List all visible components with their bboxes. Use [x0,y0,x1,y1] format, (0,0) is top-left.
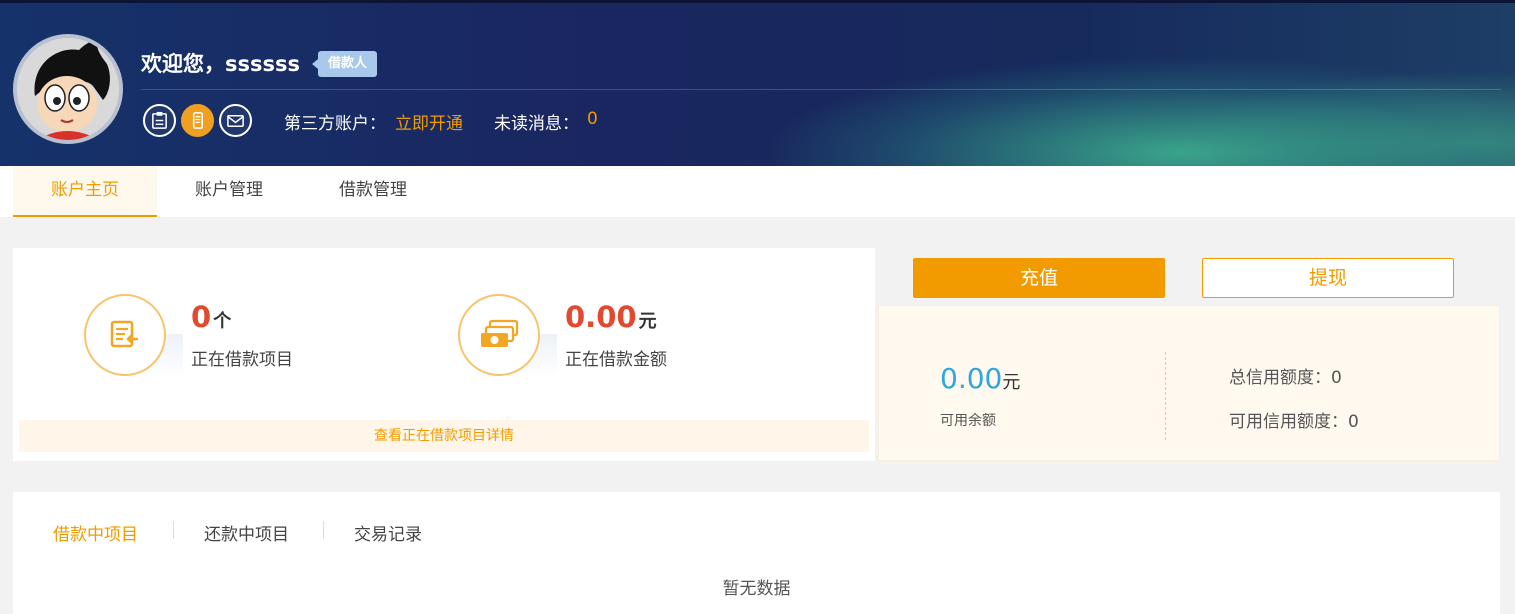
id-card-icon[interactable] [143,104,176,137]
loan-amount-value: 0.00 [565,300,637,334]
tab-loan-management[interactable]: 借款管理 [301,166,445,217]
third-party-label: 第三方账户： [284,114,386,134]
money-icon [458,294,540,376]
tab-separator [323,521,324,539]
profile-banner: 欢迎您，ssssss 借款人 第三方账户： 立即开通 未读消息： 0 [0,0,1515,166]
loan-project-icon [84,294,166,376]
total-credit: 总信用额度：0 [1229,368,1342,388]
balance-card: 0.00元 可用余额 总信用额度：0 可用信用额度：0 [878,305,1500,461]
loan-project-count: 0个 [191,300,231,334]
tab-separator [173,521,174,539]
avatar[interactable] [13,34,123,144]
available-balance-value: 0.00 [940,362,1003,395]
loan-stats-card: 0个 正在借款项目 0.00 元 正在借款金额 查看正在借款项目详情 [13,248,875,461]
tab-repaying-projects[interactable]: 还款中项目 [204,520,289,545]
available-balance-unit: 元 [1002,372,1021,393]
available-credit: 可用信用额度：0 [1229,412,1359,432]
unread-label: 未读消息： [494,114,579,134]
loan-amount-label: 正在借款金额 [565,350,667,370]
recharge-button[interactable]: 充值 [913,258,1165,298]
phone-icon[interactable] [181,104,214,137]
open-account-link[interactable]: 立即开通 [395,109,463,134]
loan-amount: 0.00 元 [565,300,657,334]
loan-project-count-unit: 个 [213,311,232,332]
unread-count[interactable]: 0 [587,109,598,129]
tab-borrowing-projects[interactable]: 借款中项目 [53,520,138,545]
empty-state-text: 暂无数据 [722,579,791,599]
loan-project-count-value: 0 [191,300,212,334]
header-divider [141,89,1501,90]
greeting-text: 欢迎您，ssssss [141,52,300,76]
loan-project-label: 正在借款项目 [191,350,293,370]
tab-account-management[interactable]: 账户管理 [157,166,301,217]
balance-divider [1165,352,1166,440]
tab-account-home[interactable]: 账户主页 [13,166,157,217]
withdraw-button[interactable]: 提现 [1202,258,1454,298]
loan-amount-unit: 元 [638,311,657,332]
view-loan-details-link[interactable]: 查看正在借款项目详情 [19,420,869,452]
tab-transaction-records[interactable]: 交易记录 [354,520,422,545]
email-icon[interactable] [219,104,252,137]
main-tabs: 账户主页 账户管理 借款管理 [0,166,1515,217]
records-card: 借款中项目 还款中项目 交易记录 暂无数据 [13,492,1500,614]
available-balance: 0.00元 [940,362,1020,395]
role-badge: 借款人 [311,51,378,77]
available-balance-label: 可用余额 [940,413,996,429]
